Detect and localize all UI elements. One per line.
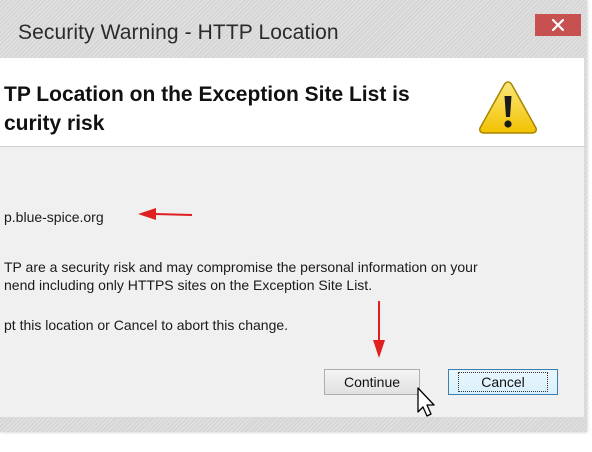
continue-label: Continue: [343, 374, 401, 390]
instruction-text: pt this location or Cancel to abort this…: [4, 317, 289, 333]
title-bar[interactable]: Security Warning - HTTP Location: [0, 0, 587, 58]
security-warning-dialog: Security Warning - HTTP Location TP Loca…: [0, 0, 587, 432]
warning-triangle-icon: [479, 81, 537, 134]
location-url: p.blue-spice.org: [4, 209, 104, 225]
close-icon: [552, 19, 564, 31]
window-title: Security Warning - HTTP Location: [18, 21, 339, 44]
cancel-button[interactable]: Cancel: [448, 369, 558, 395]
header-panel: TP Location on the Exception Site List i…: [0, 58, 584, 147]
cancel-label: Cancel: [458, 372, 548, 392]
heading-line-1: TP Location on the Exception Site List i…: [4, 83, 410, 106]
close-button[interactable]: [535, 14, 581, 36]
dialog-heading: TP Location on the Exception Site List i…: [4, 80, 410, 138]
risk-text-line-1: TP are a security risk and may compromis…: [4, 259, 478, 275]
risk-text-line-2: nend including only HTTPS sites on the E…: [4, 277, 373, 293]
continue-button[interactable]: Continue: [324, 369, 420, 395]
heading-line-2: curity risk: [4, 112, 105, 135]
